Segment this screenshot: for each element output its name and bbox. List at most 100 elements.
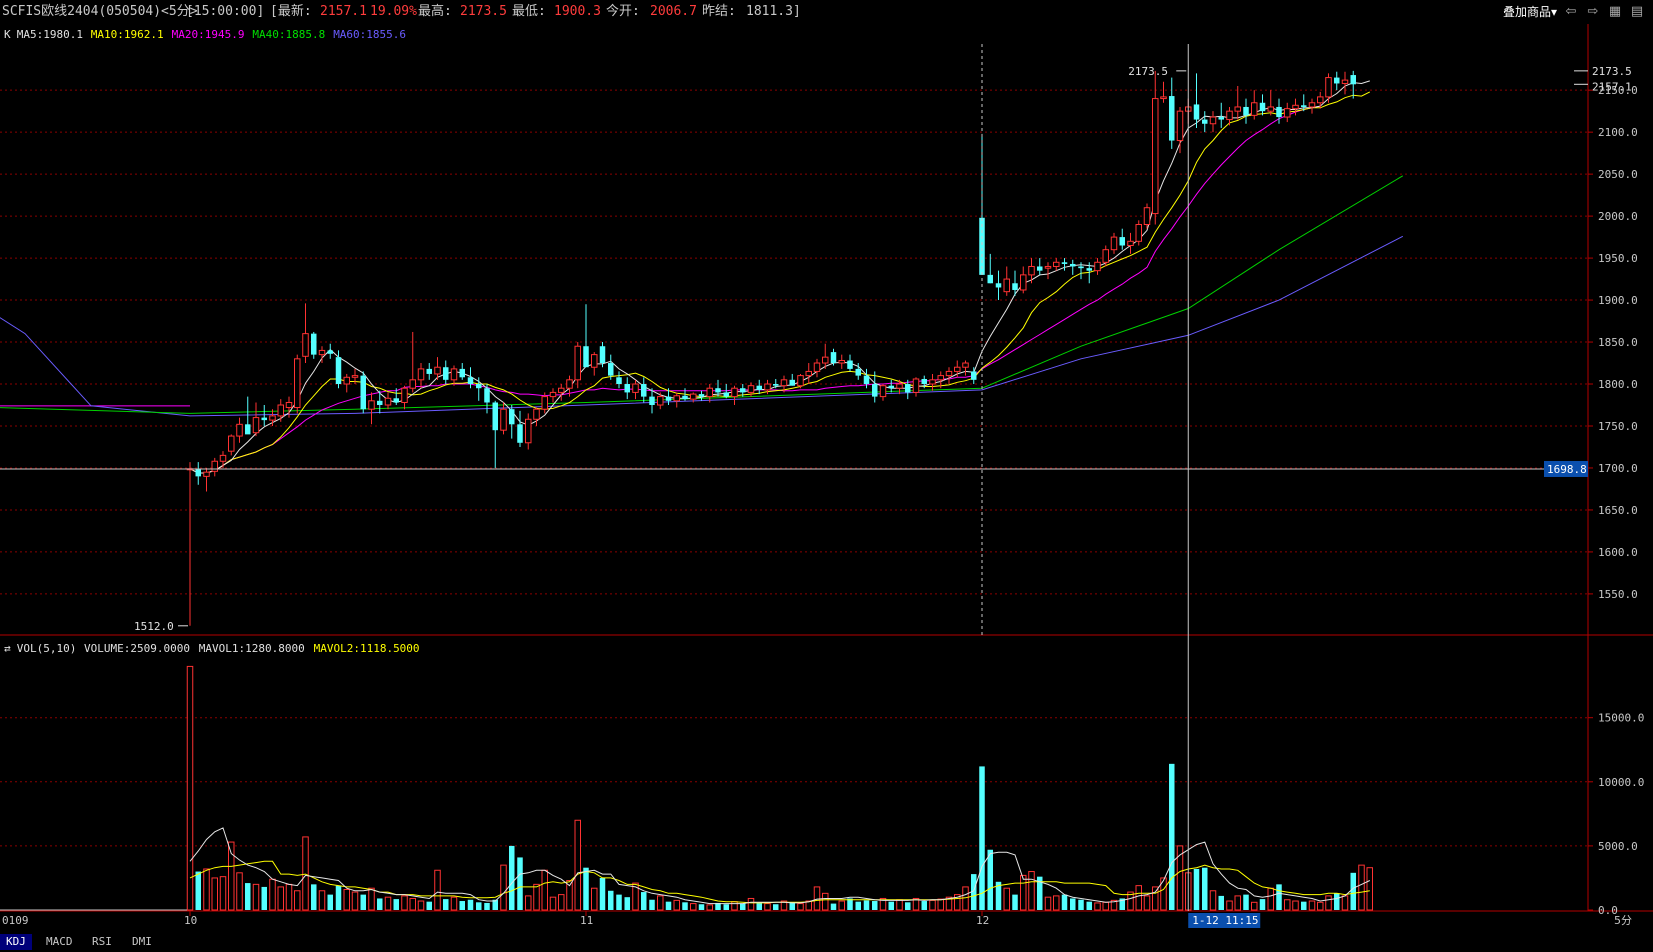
volume-bar bbox=[574, 819, 581, 911]
title-bar: SCFIS欧线2404(050504)<5分> [15:00:00] [最新: … bbox=[0, 0, 1653, 24]
candle-body bbox=[219, 454, 227, 462]
candle bbox=[186, 462, 194, 626]
candle-body bbox=[756, 385, 762, 390]
ma60-line bbox=[0, 235, 1404, 417]
volume-bar bbox=[789, 902, 795, 910]
candle-body bbox=[591, 354, 598, 368]
candle bbox=[1110, 232, 1118, 254]
candle-body bbox=[417, 368, 425, 381]
candle-body bbox=[962, 362, 969, 368]
candle bbox=[252, 402, 260, 437]
volume-bar bbox=[1152, 886, 1159, 911]
candle-body bbox=[896, 383, 903, 389]
volume-bar bbox=[756, 902, 762, 910]
volume-bar bbox=[351, 891, 359, 911]
volume-bar bbox=[450, 896, 458, 911]
candle-body bbox=[566, 379, 573, 389]
volume-bar bbox=[987, 849, 993, 910]
candle-body bbox=[971, 371, 977, 380]
candle bbox=[1284, 102, 1291, 123]
prev-settle-value: 1811.3] bbox=[746, 4, 801, 19]
overlay-button[interactable]: 叠加商品▾ bbox=[1503, 0, 1557, 24]
candle-body bbox=[682, 395, 688, 400]
candle-body bbox=[723, 392, 729, 397]
candle-body bbox=[269, 415, 276, 421]
kline-chart[interactable]: K MA5:1980.1 MA10:1962.1 MA20:1945.9 MA40:18… bbox=[0, 24, 1653, 932]
candle bbox=[1334, 71, 1340, 91]
tab-macd[interactable]: MACD bbox=[40, 934, 79, 950]
volume-bar bbox=[649, 899, 655, 910]
ma-legend-item: MA20:1945.9 bbox=[172, 28, 245, 41]
volume-bar bbox=[863, 900, 870, 910]
volume-bar bbox=[509, 845, 515, 910]
volume-legend-item: MAVOL1:1280.8000 bbox=[199, 642, 305, 655]
volume-bar bbox=[549, 896, 557, 911]
candle-body bbox=[211, 460, 218, 472]
candle-body bbox=[1317, 96, 1324, 104]
volume-bar bbox=[929, 899, 936, 911]
layout-grid-icon[interactable]: ▦ bbox=[1607, 4, 1623, 20]
candle-body bbox=[1234, 106, 1241, 112]
price-tick-label: 1750.0 bbox=[1598, 420, 1638, 433]
candle bbox=[838, 354, 845, 369]
arrow-right-icon[interactable]: ⇨ bbox=[1585, 4, 1601, 20]
candle-body bbox=[657, 396, 664, 406]
candle bbox=[195, 462, 201, 485]
candle-body bbox=[476, 384, 482, 389]
candle-body bbox=[401, 387, 408, 403]
candle-body bbox=[1053, 261, 1060, 267]
candle-body bbox=[484, 388, 490, 403]
candle bbox=[1243, 98, 1249, 124]
candle bbox=[1308, 98, 1316, 114]
candle bbox=[583, 304, 589, 368]
candle-body bbox=[945, 370, 953, 377]
volume-bar bbox=[1243, 894, 1249, 910]
candle-body bbox=[1028, 265, 1035, 276]
volume-bar bbox=[1317, 901, 1324, 911]
candle bbox=[962, 360, 969, 376]
candle bbox=[756, 379, 762, 395]
volume-bar bbox=[1350, 872, 1356, 910]
volume-bar bbox=[682, 902, 688, 910]
volume-bar bbox=[269, 878, 276, 911]
date-label: 0109 bbox=[2, 914, 29, 927]
ma-legend-item: MA10:1962.1 bbox=[91, 28, 164, 41]
volume-bar bbox=[1193, 868, 1200, 910]
candle-body bbox=[987, 274, 993, 284]
volume-bar bbox=[905, 902, 911, 910]
candle bbox=[417, 363, 425, 389]
candle-body bbox=[1243, 106, 1249, 116]
candle-body bbox=[443, 367, 449, 380]
volume-bar bbox=[393, 899, 399, 910]
panel-toggle-icon[interactable]: ▤ bbox=[1629, 4, 1645, 20]
tab-kdj[interactable]: KDJ bbox=[0, 934, 32, 950]
candle bbox=[797, 373, 804, 389]
tab-dmi[interactable]: DMI bbox=[126, 934, 158, 950]
tab-rsi[interactable]: RSI bbox=[86, 934, 118, 950]
ma-legend-item: K bbox=[4, 28, 11, 41]
candle-body bbox=[541, 396, 548, 410]
price-tick-label: 1550.0 bbox=[1598, 588, 1638, 601]
volume-bar bbox=[747, 897, 755, 911]
candle-body bbox=[1044, 265, 1052, 269]
candle bbox=[1028, 258, 1035, 284]
candle-body bbox=[294, 358, 301, 409]
candle-body bbox=[500, 408, 507, 431]
candle bbox=[830, 348, 837, 366]
volume-bar bbox=[1070, 898, 1076, 910]
candle bbox=[500, 402, 507, 435]
period-label: 5分 bbox=[1614, 914, 1632, 927]
candle bbox=[1003, 266, 1010, 296]
candle-body bbox=[533, 408, 540, 420]
volume-bar bbox=[979, 766, 985, 910]
price-tick-label: 1650.0 bbox=[1598, 504, 1638, 517]
arrow-left-icon[interactable]: ⇦ bbox=[1563, 4, 1579, 20]
volume-bar bbox=[1003, 887, 1010, 911]
volume-bar bbox=[1267, 887, 1274, 911]
candle bbox=[888, 379, 894, 393]
indicator-tabs: KDJ MACD RSI DMI bbox=[0, 932, 1653, 952]
candle bbox=[467, 367, 474, 389]
candle-body bbox=[467, 377, 474, 385]
candle-body bbox=[1350, 75, 1356, 85]
candle bbox=[335, 350, 342, 389]
